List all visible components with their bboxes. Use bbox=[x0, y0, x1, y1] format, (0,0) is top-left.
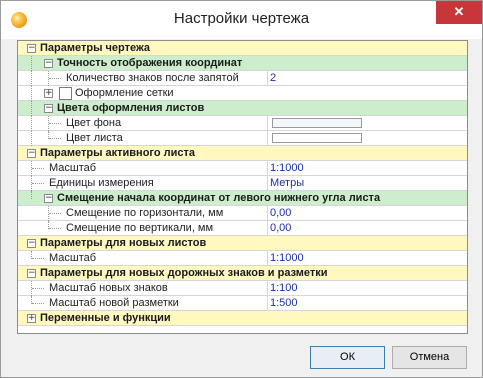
tree-branch bbox=[32, 168, 44, 170]
property-label: Единицы измерения bbox=[49, 177, 154, 189]
collapse-icon[interactable]: − bbox=[27, 239, 36, 248]
close-button[interactable]: ✕ bbox=[436, 1, 482, 24]
tree-branch bbox=[49, 123, 61, 125]
subcategory-label: Смещение начала координат от левого нижн… bbox=[57, 192, 381, 204]
collapse-icon[interactable]: − bbox=[44, 194, 53, 203]
property-new-scale[interactable]: Масштаб 1:1000 bbox=[18, 251, 467, 266]
tree-line bbox=[31, 56, 33, 71]
category-active-sheet[interactable]: − Параметры активного листа bbox=[18, 146, 467, 161]
property-label: Цвет фона bbox=[66, 117, 122, 129]
tree-branch bbox=[49, 138, 61, 140]
tree-branch bbox=[32, 258, 44, 260]
property-value[interactable]: Метры bbox=[270, 176, 304, 190]
column-divider bbox=[267, 116, 268, 131]
subcategory-coord-precision[interactable]: − Точность отображения координат bbox=[18, 56, 467, 71]
bg-color-swatch[interactable] bbox=[272, 118, 362, 128]
collapse-icon[interactable]: − bbox=[27, 149, 36, 158]
property-value[interactable]: 1:100 bbox=[270, 281, 298, 295]
property-offset-horizontal[interactable]: Смещение по горизонтали, мм 0,00 bbox=[18, 206, 467, 221]
tree-branch bbox=[32, 183, 44, 185]
tree-line bbox=[31, 131, 33, 146]
property-units[interactable]: Единицы измерения Метры bbox=[18, 176, 467, 191]
property-sheet-color[interactable]: Цвет листа bbox=[18, 131, 467, 146]
property-grid: − Параметры чертежа − Точность отображен… bbox=[17, 40, 468, 334]
tree-line bbox=[31, 71, 33, 86]
subcategory-origin-offset[interactable]: − Смещение начала координат от левого ни… bbox=[18, 191, 467, 206]
category-drawing-params[interactable]: − Параметры чертежа bbox=[18, 41, 467, 56]
subcategory-label: Цвета оформления листов bbox=[57, 102, 205, 114]
property-signs-scale[interactable]: Масштаб новых знаков 1:100 bbox=[18, 281, 467, 296]
category-label: Параметры для новых листов bbox=[40, 237, 207, 249]
property-label: Масштаб bbox=[49, 252, 97, 264]
column-divider bbox=[267, 221, 268, 236]
tree-line bbox=[31, 101, 33, 116]
tree-line bbox=[31, 86, 33, 101]
window-title: Настройки чертежа bbox=[173, 10, 310, 27]
column-divider bbox=[267, 71, 268, 86]
property-decimal-digits[interactable]: Количество знаков после запятой 2 bbox=[18, 71, 467, 86]
property-value[interactable]: 1:500 bbox=[270, 296, 298, 310]
column-divider bbox=[267, 296, 268, 311]
property-label: Оформление сетки bbox=[75, 87, 174, 99]
tree-branch bbox=[32, 303, 44, 305]
category-label: Параметры для новых дорожных знаков и ра… bbox=[40, 267, 328, 279]
cancel-button[interactable]: Отмена bbox=[392, 346, 467, 369]
property-offset-vertical[interactable]: Смещение по вертикали, мм 0,00 bbox=[18, 221, 467, 236]
property-value[interactable]: 0,00 bbox=[270, 221, 291, 235]
grid-style-checkbox[interactable] bbox=[59, 87, 72, 100]
title-bar[interactable]: Настройки чертежа ✕ bbox=[1, 1, 482, 39]
collapse-icon[interactable]: − bbox=[27, 269, 36, 278]
property-label: Масштаб новой разметки bbox=[49, 297, 179, 309]
settings-dialog: Настройки чертежа ✕ − Параметры чертежа … bbox=[0, 0, 483, 378]
category-label: Параметры чертежа bbox=[40, 42, 151, 54]
property-label: Цвет листа bbox=[66, 132, 123, 144]
column-divider bbox=[267, 176, 268, 191]
tree-line bbox=[31, 191, 33, 199]
ok-button[interactable]: ОК bbox=[310, 346, 385, 369]
expand-icon[interactable]: + bbox=[44, 89, 53, 98]
category-road-signs[interactable]: − Параметры для новых дорожных знаков и … bbox=[18, 266, 467, 281]
collapse-icon[interactable]: − bbox=[44, 59, 53, 68]
collapse-icon[interactable]: − bbox=[44, 104, 53, 113]
property-label: Масштаб bbox=[49, 162, 97, 174]
property-value[interactable]: 1:1000 bbox=[270, 161, 304, 175]
property-label: Смещение по горизонтали, мм bbox=[66, 207, 224, 219]
sheet-color-swatch[interactable] bbox=[272, 133, 362, 143]
column-divider bbox=[267, 161, 268, 176]
column-divider bbox=[267, 131, 268, 146]
collapse-icon[interactable]: − bbox=[27, 44, 36, 53]
tree-branch bbox=[32, 288, 44, 290]
column-divider bbox=[267, 206, 268, 221]
subcategory-label: Точность отображения координат bbox=[57, 57, 243, 69]
property-scale[interactable]: Масштаб 1:1000 bbox=[18, 161, 467, 176]
subcategory-sheet-colors[interactable]: − Цвета оформления листов bbox=[18, 101, 467, 116]
tree-line bbox=[31, 116, 33, 131]
tree-branch bbox=[49, 228, 61, 230]
category-label: Параметры активного листа bbox=[40, 147, 196, 159]
property-grid-style[interactable]: + Оформление сетки bbox=[18, 86, 467, 101]
property-value[interactable]: 0,00 bbox=[270, 206, 291, 220]
property-marking-scale[interactable]: Масштаб новой разметки 1:500 bbox=[18, 296, 467, 311]
property-value[interactable]: 1:1000 bbox=[270, 251, 304, 265]
category-variables[interactable]: + Переменные и функции bbox=[18, 311, 467, 326]
property-label: Масштаб новых знаков bbox=[49, 282, 168, 294]
expand-icon[interactable]: + bbox=[27, 314, 36, 323]
column-divider bbox=[267, 251, 268, 266]
property-label: Количество знаков после запятой bbox=[66, 72, 239, 84]
category-new-sheets[interactable]: − Параметры для новых листов bbox=[18, 236, 467, 251]
category-label: Переменные и функции bbox=[40, 312, 171, 324]
tree-branch bbox=[49, 213, 61, 215]
property-bg-color[interactable]: Цвет фона bbox=[18, 116, 467, 131]
tree-branch bbox=[49, 78, 61, 80]
column-divider bbox=[267, 281, 268, 296]
property-value[interactable]: 2 bbox=[270, 71, 276, 85]
property-label: Смещение по вертикали, мм bbox=[66, 222, 214, 234]
